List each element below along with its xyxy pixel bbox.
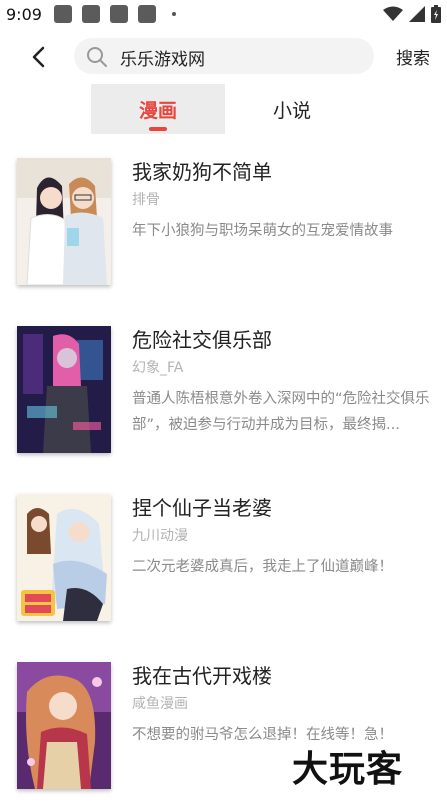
item-author: 幻象_FA [132, 360, 184, 376]
watermark: 大玩客 [292, 748, 404, 790]
chevron-left-icon [32, 46, 45, 68]
tab-comics[interactable]: 漫画 [91, 84, 225, 134]
search-bar: 搜索 [0, 38, 447, 76]
status-bar: 9:09 [0, 0, 447, 30]
search-input[interactable] [118, 42, 362, 72]
signal-icon [409, 6, 425, 22]
item-title: 我家奶狗不简单 [132, 160, 272, 184]
tab-novels[interactable]: 小说 [225, 84, 359, 134]
search-box[interactable] [74, 38, 374, 74]
item-author: 排骨 [132, 192, 160, 208]
tab-comics-label: 漫画 [138, 99, 177, 122]
cover-image [17, 158, 111, 285]
notification-icon [110, 5, 128, 23]
battery-icon [431, 5, 441, 23]
notification-icon [82, 5, 100, 23]
item-description: 年下小狼狗与职场呆萌女的互宠爱情故事 [132, 223, 393, 239]
item-title: 捏个仙子当老婆 [132, 496, 272, 520]
status-time: 9:09 [6, 5, 42, 24]
cover-image [17, 494, 111, 621]
item-author: 咸鱼漫画 [132, 696, 188, 712]
notification-icon [138, 5, 156, 23]
search-icon [87, 47, 107, 67]
list-item[interactable]: 我家奶狗不简单 排骨 年下小狼狗与职场呆萌女的互宠爱情故事 [0, 155, 447, 290]
item-title: 我在古代开戏楼 [132, 664, 272, 688]
list-item[interactable]: 危险社交俱乐部 幻象_FA 普通人陈梧根意外卷入深网中的“危险社交俱乐部”，被迫… [0, 323, 447, 458]
category-tabs: 漫画 小说 [91, 84, 355, 134]
item-description: 普通人陈梧根意外卷入深网中的“危险社交俱乐部”，被迫参与行动并成为目标，最终揭.… [132, 391, 430, 433]
item-description: 二次元老婆成真后，我走上了仙道巅峰！ [132, 559, 393, 575]
tab-active-indicator [149, 127, 167, 131]
system-icons [383, 5, 441, 23]
tab-novels-label: 小说 [272, 99, 311, 122]
dot-icon [172, 12, 176, 16]
cover-image [17, 662, 111, 789]
notification-icon [54, 5, 72, 23]
item-title: 危险社交俱乐部 [132, 328, 272, 352]
wifi-icon [383, 6, 403, 21]
cover-image [17, 326, 111, 453]
search-button[interactable]: 搜索 [396, 44, 430, 69]
list-item[interactable]: 捏个仙子当老婆 九川动漫 二次元老婆成真后，我走上了仙道巅峰！ [0, 491, 447, 626]
back-button[interactable] [24, 42, 52, 72]
item-author: 九川动漫 [132, 528, 188, 544]
